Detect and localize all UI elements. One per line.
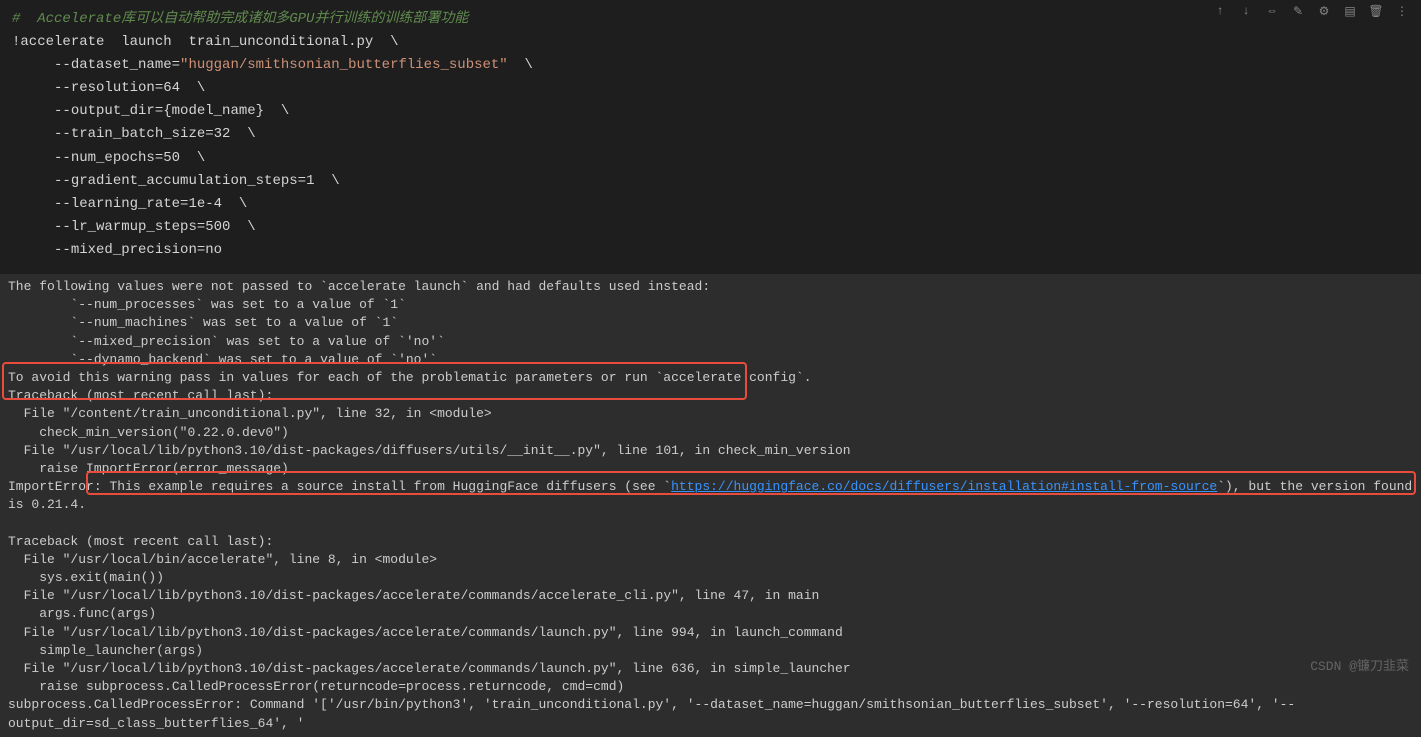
arg-train-batch-size-flag: --train_batch_size [54, 126, 205, 142]
link-icon[interactable]: ⇔ [1263, 2, 1281, 20]
code-comment: # Accelerate库可以自动帮助完成诸如多GPU并行训练的训练部署功能 [12, 11, 468, 27]
move-down-icon[interactable]: ↓ [1237, 2, 1255, 20]
comment-icon[interactable]: ✎ [1289, 2, 1307, 20]
output-traceback-1-header: Traceback (most recent call last): [8, 388, 273, 403]
output-traceback-2-file-2: File "/usr/local/lib/python3.10/dist-pac… [8, 588, 819, 603]
output-traceback-2-file-4: File "/usr/local/lib/python3.10/dist-pac… [8, 661, 851, 676]
output-traceback-2-file-3: File "/usr/local/lib/python3.10/dist-pac… [8, 625, 843, 640]
output-default-num-processes: `--num_processes` was set to a value of … [8, 297, 406, 312]
arg-mixed-precision-value: no [205, 242, 222, 258]
output-traceback-2-code-3: simple_launcher(args) [8, 643, 203, 658]
watermark: CSDN @镰刀韭菜 [1310, 655, 1409, 674]
output-default-dynamo-backend: `--dynamo_backend` was set to a value of… [8, 352, 437, 367]
output-traceback-1-code-2: raise ImportError(error_message) [8, 461, 289, 476]
output-default-num-machines: `--num_machines` was set to a value of `… [8, 315, 398, 330]
arg-resolution-flag: --resolution [54, 80, 155, 96]
cmd-script: train_unconditional.py [188, 34, 373, 50]
output-traceback-2-code-4: raise subprocess.CalledProcessError(retu… [8, 679, 624, 694]
arg-learning-rate-flag: --learning_rate [54, 196, 180, 212]
arg-train-batch-size-value: 32 [214, 126, 231, 142]
arg-dataset-name-value: "huggan/smithsonian_butterflies_subset" [180, 57, 508, 73]
delete-icon[interactable]: 🗑 [1367, 2, 1385, 20]
arg-gradient-accumulation-flag: --gradient_accumulation_steps [54, 173, 298, 189]
output-traceback-2-code-1: sys.exit(main()) [8, 570, 164, 585]
output-traceback-2-header: Traceback (most recent call last): [8, 534, 273, 549]
arg-learning-rate-value: 1e-4 [188, 196, 222, 212]
more-icon[interactable]: ⋮ [1393, 2, 1411, 20]
line-continuation: \ [390, 34, 398, 50]
output-import-error-prefix: ImportError: This example requires a sou… [8, 479, 671, 494]
arg-gradient-accumulation-value: 1 [306, 173, 314, 189]
arg-dataset-name-flag: --dataset_name [54, 57, 172, 73]
arg-lr-warmup-steps-flag: --lr_warmup_steps [54, 219, 197, 235]
cell-toolbar: ↑ ↓ ⇔ ✎ ⚙ ▤ 🗑 ⋮ [1211, 2, 1411, 20]
arg-mixed-precision-flag: --mixed_precision [54, 242, 197, 258]
output-traceback-1-file-2: File "/usr/local/lib/python3.10/dist-pac… [8, 443, 851, 458]
arg-output-dir-value: {model_name} [163, 103, 264, 119]
output-traceback-2-code-2: args.func(args) [8, 606, 156, 621]
output-traceback-1-code-1: check_min_version("0.22.0.dev0") [8, 425, 289, 440]
code-cell[interactable]: # Accelerate库可以自动帮助完成诸如多GPU并行训练的训练部署功能 !… [0, 0, 1421, 270]
settings-icon[interactable]: ⚙ [1315, 2, 1333, 20]
cmd-accelerate: accelerate [20, 34, 104, 50]
arg-num-epochs-flag: --num_epochs [54, 150, 155, 166]
output-traceback-1-file-1: File "/content/train_unconditional.py", … [8, 406, 492, 421]
mirror-icon[interactable]: ▤ [1341, 2, 1359, 20]
output-warning-hint: To avoid this warning pass in values for… [8, 370, 812, 385]
output-subprocess-error: subprocess.CalledProcessError: Command '… [8, 697, 1295, 730]
arg-lr-warmup-steps-value: 500 [205, 219, 230, 235]
output-cell: The following values were not passed to … [0, 274, 1421, 737]
output-traceback-2-file-1: File "/usr/local/bin/accelerate", line 8… [8, 552, 437, 567]
output-import-error-link[interactable]: https://huggingface.co/docs/diffusers/in… [671, 479, 1217, 494]
output-warning-header: The following values were not passed to … [8, 279, 710, 294]
arg-resolution-value: 64 [163, 80, 180, 96]
arg-output-dir-flag: --output_dir [54, 103, 155, 119]
move-up-icon[interactable]: ↑ [1211, 2, 1229, 20]
output-default-mixed-precision: `--mixed_precision` was set to a value o… [8, 334, 445, 349]
arg-num-epochs-value: 50 [163, 150, 180, 166]
cmd-launch: launch [121, 34, 171, 50]
